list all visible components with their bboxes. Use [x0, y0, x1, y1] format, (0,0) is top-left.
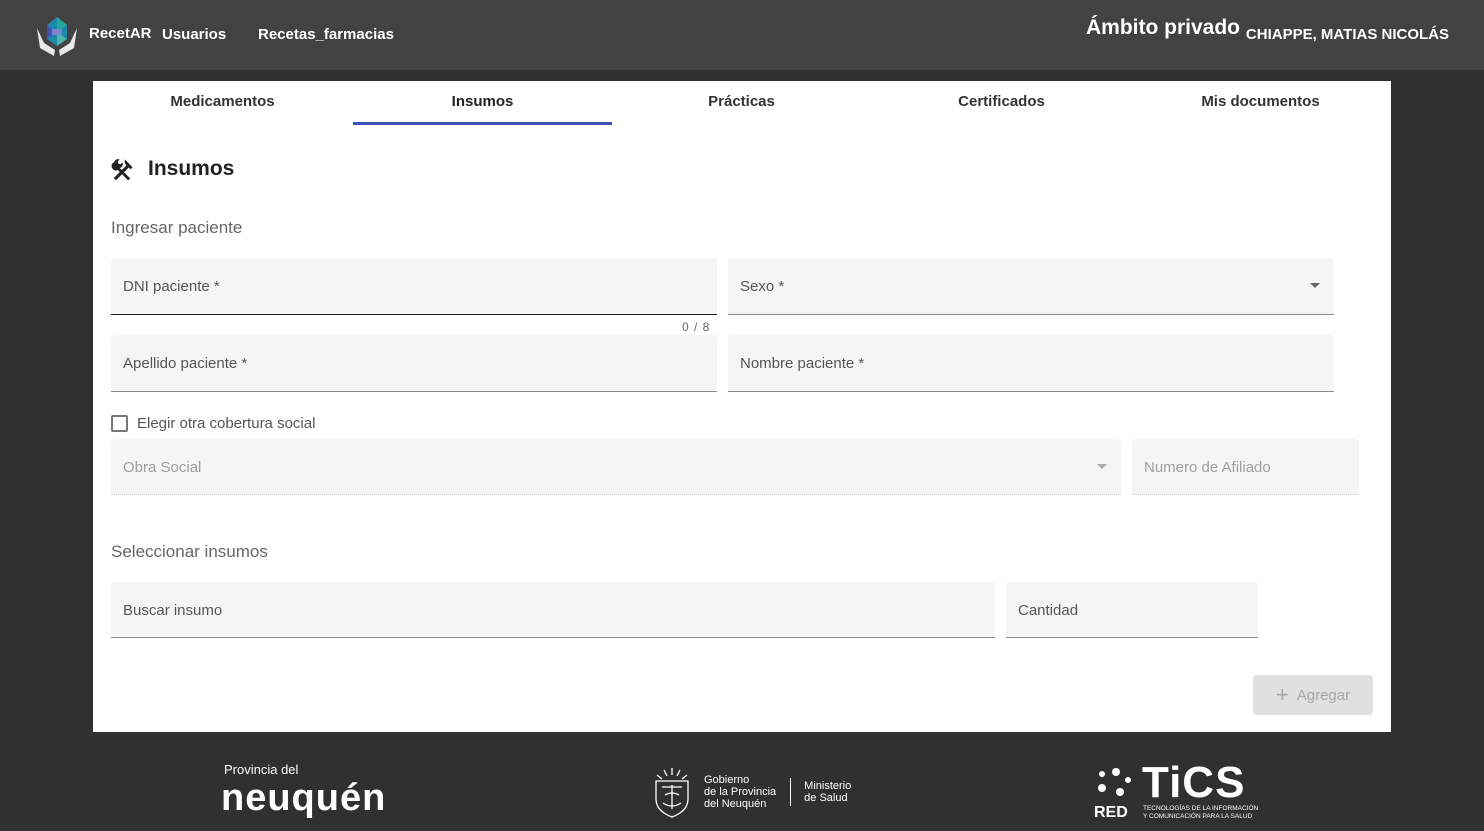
- nav-usuarios[interactable]: Usuarios: [162, 26, 226, 43]
- afiliado-field[interactable]: Numero de Afiliado: [1132, 439, 1359, 495]
- tab-bar: Medicamentos Insumos Prácticas Certifica…: [93, 81, 1391, 125]
- dni-field[interactable]: DNI paciente *: [111, 258, 717, 315]
- tab-mis-documentos[interactable]: Mis documentos: [1131, 81, 1390, 125]
- section-title: Insumos: [111, 157, 234, 181]
- top-app-bar: RecetAR Usuarios Recetas_farmacias Ámbit…: [0, 0, 1484, 70]
- tab-practicas[interactable]: Prácticas: [612, 81, 871, 125]
- tab-medicamentos[interactable]: Medicamentos: [93, 81, 352, 125]
- recetar-logo-icon[interactable]: [34, 12, 80, 58]
- otra-cobertura-checkbox-row[interactable]: Elegir otra cobertura social: [111, 415, 315, 432]
- neuquen-wordmark: neuquén: [221, 777, 387, 819]
- nombre-field[interactable]: Nombre paciente *: [728, 335, 1334, 392]
- red-text: RED: [1094, 804, 1128, 821]
- agregar-button[interactable]: + Agregar: [1253, 675, 1373, 715]
- user-name[interactable]: CHIAPPE, MATIAS NICOLÁS: [1246, 26, 1449, 43]
- cantidad-field[interactable]: Cantidad: [1006, 582, 1258, 638]
- plus-icon: +: [1275, 682, 1289, 707]
- agregar-label: Agregar: [1296, 686, 1351, 704]
- tools-icon: [111, 159, 133, 181]
- cantidad-label: Cantidad: [1018, 602, 1079, 619]
- otra-cobertura-checkbox[interactable]: [111, 415, 128, 432]
- ministerio-text: Ministerio de Salud: [804, 780, 852, 804]
- tics-wordmark: TiCS: [1142, 758, 1246, 807]
- afiliado-label: Numero de Afiliado: [1144, 459, 1271, 476]
- tics-dots-icon: [1098, 768, 1131, 796]
- sexo-select[interactable]: Sexo *: [728, 258, 1334, 315]
- tics-subtitle: TECNOLOGÍAS DE LA INFORMACIÓN Y COMUNICA…: [1143, 805, 1259, 820]
- provincia-neuquen-logo: Provincia del neuquén: [221, 762, 386, 819]
- apellido-label: Apellido paciente *: [123, 355, 248, 372]
- dni-label: DNI paciente *: [123, 278, 220, 295]
- apellido-field[interactable]: Apellido paciente *: [111, 335, 717, 392]
- main-card: Medicamentos Insumos Prácticas Certifica…: [93, 81, 1391, 732]
- obra-social-label: Obra Social: [123, 459, 202, 476]
- patient-heading: Ingresar paciente: [111, 218, 243, 237]
- chevron-down-icon: [1097, 464, 1107, 469]
- provincia-del-text: Provincia del: [224, 762, 299, 777]
- nombre-label: Nombre paciente *: [740, 355, 865, 372]
- ambito-label: Ámbito privado: [1086, 16, 1241, 39]
- gobierno-text: Gobierno de la Provincia del Neuquén: [704, 774, 777, 810]
- supplies-heading: Seleccionar insumos: [111, 542, 268, 561]
- dni-counter: 0 / 8: [682, 320, 711, 334]
- buscar-insumo-field[interactable]: Buscar insumo: [111, 582, 995, 638]
- brand-name[interactable]: RecetAR: [89, 25, 152, 42]
- nav-recetas-farmacias[interactable]: Recetas_farmacias: [258, 26, 394, 43]
- provincia-seal-icon: [655, 768, 689, 818]
- buscar-insumo-label: Buscar insumo: [123, 602, 223, 619]
- otra-cobertura-label: Elegir otra cobertura social: [137, 415, 316, 432]
- sexo-label: Sexo *: [740, 278, 785, 295]
- obra-social-select[interactable]: Obra Social: [111, 439, 1121, 495]
- section-title-text: Insumos: [148, 157, 235, 180]
- tab-insumos[interactable]: Insumos: [353, 81, 612, 125]
- tab-certificados[interactable]: Certificados: [872, 81, 1131, 125]
- chevron-down-icon: [1310, 283, 1320, 288]
- footer-divider: [790, 778, 792, 806]
- gobierno-neuquen-logo: Gobierno de la Provincia del Neuquén Min…: [648, 765, 851, 819]
